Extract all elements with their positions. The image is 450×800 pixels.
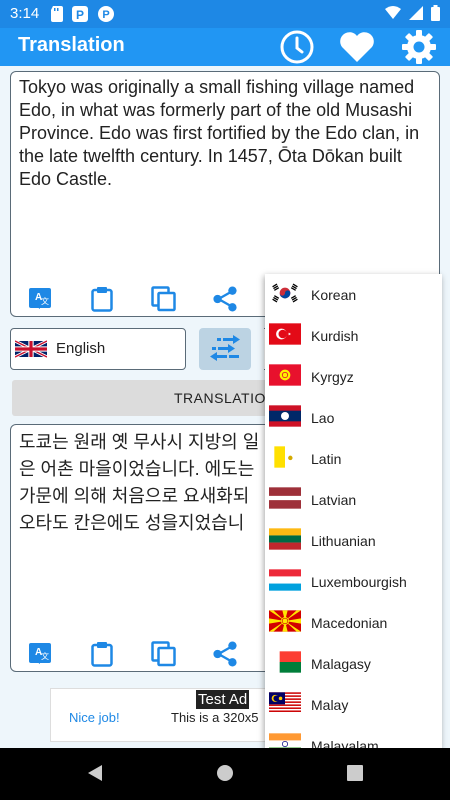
lu-flag-icon bbox=[269, 569, 301, 591]
wifi-icon bbox=[385, 6, 401, 19]
page-title: Translation bbox=[18, 34, 125, 56]
kg-flag-icon bbox=[269, 364, 301, 386]
source-copy-button[interactable] bbox=[151, 286, 177, 312]
source-language-label: English bbox=[56, 340, 106, 357]
copy-icon bbox=[151, 641, 176, 667]
app-bar: Translation bbox=[0, 28, 450, 66]
clipboard-icon bbox=[91, 287, 113, 312]
source-paste-button[interactable] bbox=[89, 286, 115, 312]
language-option-label: Lithuanian bbox=[311, 533, 376, 549]
language-option-luxembourgish[interactable]: Luxembourgish bbox=[265, 561, 442, 602]
lv-flag-icon bbox=[269, 487, 301, 509]
language-dropdown[interactable]: Korean Kurdish Kyrgyz Lao Latin Latvian … bbox=[265, 274, 442, 749]
language-option-label: Latvian bbox=[311, 492, 357, 508]
uk-flag-icon bbox=[15, 339, 47, 359]
source-share-button[interactable] bbox=[212, 286, 238, 312]
language-option-label: Korean bbox=[311, 287, 357, 303]
language-option-lithuanian[interactable]: Lithuanian bbox=[265, 520, 442, 561]
result-paste-button[interactable] bbox=[89, 641, 115, 667]
language-option-malayalam[interactable]: Malayalam bbox=[265, 725, 442, 749]
status-bar: 3:14 P P bbox=[0, 0, 450, 28]
copy-icon bbox=[151, 286, 176, 312]
source-language-select[interactable]: English bbox=[10, 328, 186, 370]
back-icon[interactable] bbox=[86, 764, 104, 782]
translate-button-label: TRANSLATIO bbox=[174, 390, 266, 406]
language-option-kurdish[interactable]: Kurdish bbox=[265, 315, 442, 356]
signal-icon bbox=[409, 6, 423, 20]
svg-text:P: P bbox=[102, 9, 109, 21]
recents-icon[interactable] bbox=[346, 764, 364, 782]
app-notification-icon: P bbox=[72, 6, 88, 22]
share-icon bbox=[213, 641, 237, 667]
language-option-label: Malagasy bbox=[311, 656, 371, 672]
language-option-lao[interactable]: Lao bbox=[265, 397, 442, 438]
battery-icon bbox=[431, 5, 440, 21]
language-option-malay[interactable]: Malay bbox=[265, 684, 442, 725]
heart-icon bbox=[340, 32, 374, 62]
history-button[interactable] bbox=[279, 29, 315, 65]
status-right bbox=[385, 5, 440, 21]
result-share-button[interactable] bbox=[212, 641, 238, 667]
result-copy-button[interactable] bbox=[151, 641, 177, 667]
clock-icon bbox=[280, 30, 314, 64]
share-icon bbox=[213, 286, 237, 312]
svg-text:文: 文 bbox=[41, 651, 49, 661]
language-option-label: Kyrgyz bbox=[311, 369, 354, 385]
app-notification-icon-2: P bbox=[98, 6, 114, 22]
va-flag-icon bbox=[274, 446, 296, 468]
language-option-label: Kurdish bbox=[311, 328, 359, 344]
language-option-korean[interactable]: Korean bbox=[265, 274, 442, 315]
in-flag-icon bbox=[269, 733, 301, 749]
navigation-bar bbox=[0, 748, 450, 800]
la-flag-icon bbox=[269, 405, 301, 427]
clipboard-icon bbox=[91, 642, 113, 667]
language-option-malagasy[interactable]: Malagasy bbox=[265, 643, 442, 684]
mk-flag-icon bbox=[269, 610, 301, 632]
my-flag-icon bbox=[269, 692, 301, 714]
sd-card-icon bbox=[51, 6, 63, 22]
ad-text: This is a 320x5 bbox=[171, 710, 259, 725]
language-option-kyrgyz[interactable]: Kyrgyz bbox=[265, 356, 442, 397]
language-option-label: Latin bbox=[311, 451, 342, 467]
language-option-label: Luxembourgish bbox=[311, 574, 407, 590]
svg-text:文: 文 bbox=[41, 296, 49, 306]
translate-icon: A文 bbox=[29, 288, 51, 309]
settings-icon bbox=[402, 30, 436, 64]
language-option-label: Malay bbox=[311, 697, 349, 713]
translate-icon: A文 bbox=[29, 643, 51, 664]
kr-flag-icon bbox=[269, 282, 301, 304]
language-option-label: Lao bbox=[311, 410, 335, 426]
tr-flag-icon bbox=[269, 323, 301, 345]
favorites-button[interactable] bbox=[339, 29, 375, 65]
settings-button[interactable] bbox=[401, 29, 437, 65]
home-icon[interactable] bbox=[216, 764, 234, 782]
test-ad-badge: Test Ad bbox=[196, 690, 250, 709]
swap-arrows-icon bbox=[210, 335, 240, 361]
status-time: 3:14 bbox=[10, 5, 40, 22]
swap-languages-button[interactable] bbox=[199, 328, 251, 370]
ad-nice-label: Nice job! bbox=[69, 710, 120, 725]
language-option-latin[interactable]: Latin bbox=[265, 438, 442, 479]
source-text[interactable]: Tokyo was originally a small fishing vil… bbox=[19, 76, 431, 191]
svg-text:P: P bbox=[76, 8, 84, 22]
language-option-label: Macedonian bbox=[311, 615, 388, 631]
lt-flag-icon bbox=[269, 528, 301, 550]
language-option-macedonian[interactable]: Macedonian bbox=[265, 602, 442, 643]
result-speech-button[interactable]: A文 bbox=[27, 641, 53, 667]
mg-flag-icon bbox=[269, 651, 301, 673]
source-speech-button[interactable]: A文 bbox=[27, 286, 53, 312]
language-option-latvian[interactable]: Latvian bbox=[265, 479, 442, 520]
